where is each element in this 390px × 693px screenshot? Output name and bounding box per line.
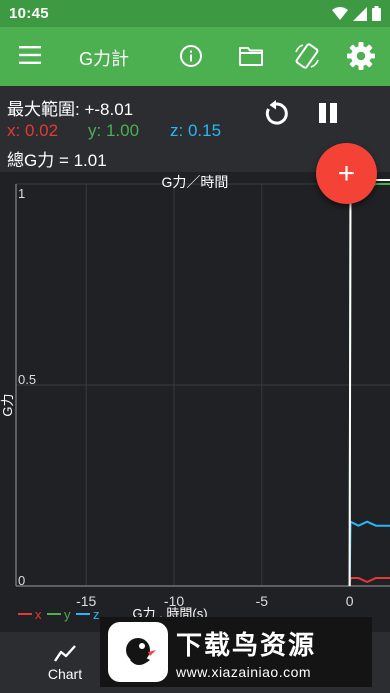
gear-icon xyxy=(347,42,375,70)
rotate-screen-button[interactable] xyxy=(292,41,322,71)
legend-label-z: z xyxy=(93,607,100,622)
wifi-icon xyxy=(332,6,348,20)
bird-logo-icon xyxy=(126,638,156,665)
status-icons xyxy=(332,6,381,21)
series-line-z xyxy=(348,520,390,587)
x-tick-label: -5 xyxy=(256,593,269,609)
chart-area: -15 -10 -5 0 0 0.5 1 G力／時間 G力 G力 , 時間(s) x y z xyxy=(0,172,390,632)
info-button[interactable] xyxy=(176,41,206,71)
legend-label-x: x xyxy=(35,607,42,622)
screen-rotation-icon xyxy=(295,43,319,69)
legend-label-y: y xyxy=(64,607,71,622)
refresh-icon xyxy=(265,100,288,125)
g-force-chart: -15 -10 -5 000.51G力／時間G力G力 , 時間(s)x y z xyxy=(0,174,390,622)
tab-chart[interactable]: Chart xyxy=(30,632,100,693)
app-title: G力計 xyxy=(79,49,130,69)
status-time: 10:45 xyxy=(9,5,49,22)
watermark-url: www.xiazainiao.com xyxy=(176,663,312,680)
x-tick-label: 0 xyxy=(346,593,354,609)
signal-icon xyxy=(353,6,367,21)
y-tick-label: 0.5 xyxy=(18,372,36,387)
pause-button[interactable] xyxy=(312,97,344,129)
chart-title: G力／時間 xyxy=(162,174,229,190)
y-axis-label: G力 xyxy=(0,393,15,416)
bird-logo xyxy=(108,622,168,682)
info-icon xyxy=(180,45,202,67)
folder-icon xyxy=(239,47,263,66)
settings-button[interactable] xyxy=(346,41,376,71)
tab-chart-label: Chart xyxy=(47,666,83,682)
max-range-text: 最大範圍: +-8.01 xyxy=(7,100,134,119)
reset-button[interactable] xyxy=(260,98,292,130)
app-bar: G力計 xyxy=(0,27,390,86)
pause-icon xyxy=(319,103,337,123)
status-bar: 10:45 xyxy=(0,0,390,27)
y-value: y: 1.00 xyxy=(88,121,140,140)
watermark-text: 下载鸟资源 www.xiazainiao.com xyxy=(176,625,316,680)
line-chart-icon xyxy=(54,645,76,662)
watermark-title: 下载鸟资源 xyxy=(176,629,317,660)
plus-icon: + xyxy=(337,156,356,190)
z-value: z: 0.15 xyxy=(170,121,222,140)
total-g-text: 總G力 = 1.01 xyxy=(7,151,107,170)
add-button[interactable]: + xyxy=(316,143,377,204)
watermark-banner: 下载鸟资源 www.xiazainiao.com xyxy=(100,617,372,687)
battery-icon xyxy=(372,6,381,21)
y-tick-label: 1 xyxy=(18,186,25,201)
series-line-x xyxy=(348,576,390,587)
menu-icon[interactable] xyxy=(19,46,41,64)
x-value: x: 0.02 xyxy=(7,121,59,140)
folder-button[interactable] xyxy=(236,41,266,71)
